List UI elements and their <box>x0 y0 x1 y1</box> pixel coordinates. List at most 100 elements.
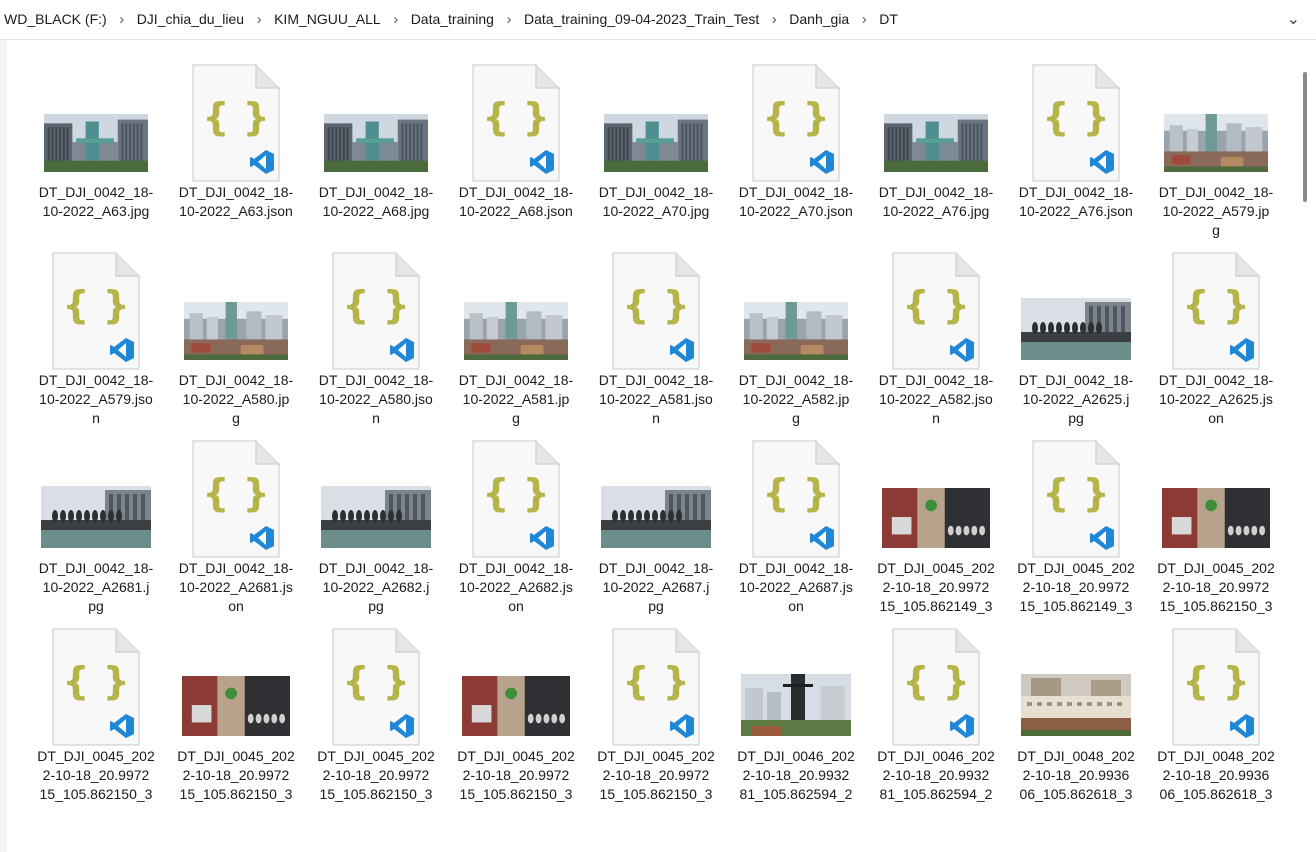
svg-text:{ }: { } <box>622 283 689 327</box>
file-item-image[interactable]: DT_DJI_0045_202 2-10-18_20.9972 15_105.862… <box>1146 416 1286 619</box>
file-item-json[interactable]: { } DT_DJI_0045_202 2-10-18_20.9972 15_105.… <box>1006 416 1146 619</box>
file-thumbnail-area: { } <box>1006 432 1146 558</box>
breadcrumb-separator-icon[interactable]: › <box>498 11 520 28</box>
file-item-json[interactable]: { } DT_DJI_0042_18- 10-2022_A70.json <box>726 40 866 228</box>
breadcrumb-segment[interactable]: KIM_NGUU_ALL <box>270 11 385 27</box>
file-item-json[interactable]: { } DT_DJI_0042_18- 10-2022_A2687.js on <box>726 416 866 614</box>
file-name-line: 10-2022_A582.jp <box>742 391 850 407</box>
file-name-line: DT_DJI_0042_18- <box>318 184 434 200</box>
file-name-line: DT_DJI_0042_18- <box>878 372 994 388</box>
image-thumbnail <box>744 302 848 360</box>
file-item-json[interactable]: { } DT_DJI_0045_202 2-10-18_20.9972 15_105.… <box>306 604 446 807</box>
file-name-label: DT_DJI_0045_202 2-10-18_20.9972 15_105.862… <box>446 747 586 807</box>
file-item-json[interactable]: { } DT_DJI_0042_18- 10-2022_A76.json <box>1006 40 1146 228</box>
svg-text:{ }: { } <box>1042 471 1109 515</box>
image-thumbnail <box>464 302 568 360</box>
breadcrumb-dropdown-icon[interactable]: ⌄ <box>1287 0 1300 38</box>
file-name-line: 15_105.862150_3 <box>39 786 153 802</box>
file-item-image[interactable]: DT_DJI_0042_18- 10-2022_A579.jp g <box>1146 40 1286 238</box>
file-item-image[interactable]: DT_DJI_0042_18- 10-2022_A68.jpg <box>306 40 446 228</box>
file-item-json[interactable]: { } DT_DJI_0042_18- 10-2022_A2625.js on <box>1146 228 1286 426</box>
file-item-json[interactable]: { } DT_DJI_0042_18- 10-2022_A580.jso n <box>306 228 446 426</box>
breadcrumb-separator-icon[interactable]: › <box>111 11 133 28</box>
file-item-image[interactable]: DT_DJI_0042_18- 10-2022_A2681.j pg <box>26 416 166 614</box>
file-name-line: 10-2022_A2687.j <box>602 579 710 595</box>
json-file-icon: { } <box>472 440 560 558</box>
file-name-line: 15_105.862150_3 <box>459 786 573 802</box>
svg-text:{ }: { } <box>762 471 829 515</box>
file-item-image[interactable]: DT_DJI_0048_202 2-10-18_20.9936 06_105.862… <box>1006 604 1146 807</box>
breadcrumb-separator-icon[interactable]: › <box>763 11 785 28</box>
scrollbar-thumb[interactable] <box>1303 72 1307 202</box>
file-item-image[interactable]: DT_DJI_0042_18- 10-2022_A581.jp g <box>446 228 586 426</box>
file-item-json[interactable]: { } DT_DJI_0042_18- 10-2022_A2682.js on <box>446 416 586 614</box>
file-item-image[interactable]: DT_DJI_0045_202 2-10-18_20.9972 15_105.862… <box>446 604 586 807</box>
breadcrumb-separator-icon[interactable]: › <box>853 11 875 28</box>
file-item-image[interactable]: DT_DJI_0042_18- 10-2022_A63.jpg <box>26 40 166 228</box>
breadcrumb-segment[interactable]: Data_training_09-04-2023_Train_Test <box>520 11 763 27</box>
svg-text:{ }: { } <box>762 95 829 139</box>
file-item-json[interactable]: { } DT_DJI_0045_202 2-10-18_20.9972 15_105.… <box>586 604 726 807</box>
breadcrumb-segment[interactable]: WD_BLACK (F:) <box>0 11 111 27</box>
file-item-image[interactable]: DT_DJI_0046_202 2-10-18_20.9932 81_105.862… <box>726 604 866 807</box>
image-thumbnail <box>604 114 708 172</box>
file-name-line: 15_105.862150_3 <box>319 786 433 802</box>
json-file-icon: { } <box>1172 628 1260 746</box>
image-thumbnail <box>882 488 990 548</box>
file-item-json[interactable]: { } DT_DJI_0042_18- 10-2022_A2681.js on <box>166 416 306 614</box>
breadcrumb-separator-icon[interactable]: › <box>385 11 407 28</box>
file-item-image[interactable]: DT_DJI_0042_18- 10-2022_A2625.j pg <box>1006 228 1146 426</box>
file-item-json[interactable]: { } DT_DJI_0045_202 2-10-18_20.9972 15_105.… <box>26 604 166 807</box>
file-item-json[interactable]: { } DT_DJI_0048_202 2-10-18_20.9936 06_105.… <box>1146 604 1286 807</box>
breadcrumb-segment[interactable]: Data_training <box>407 11 498 27</box>
file-name-line: 10-2022_A70.json <box>739 203 853 219</box>
file-name-line: 10-2022_A68.jpg <box>322 203 430 219</box>
file-name-line: 2-10-18_20.9972 <box>182 767 290 783</box>
file-name-label: DT_DJI_0046_202 2-10-18_20.9932 81_105.862… <box>726 747 866 807</box>
file-thumbnail-area <box>586 432 726 558</box>
file-thumbnail-area <box>1006 244 1146 370</box>
breadcrumb-segment[interactable]: DJI_chia_du_lieu <box>133 11 248 27</box>
file-name-line: DT_DJI_0045_202 <box>317 748 435 764</box>
file-name-line: DT_DJI_0042_18- <box>598 184 714 200</box>
file-item-image[interactable]: DT_DJI_0045_202 2-10-18_20.9972 15_105.862… <box>866 416 1006 619</box>
file-item-image[interactable]: DT_DJI_0042_18- 10-2022_A2687.j pg <box>586 416 726 614</box>
file-thumbnail-area: { } <box>726 56 866 182</box>
svg-text:{ }: { } <box>202 471 269 515</box>
file-item-json[interactable]: { } DT_DJI_0042_18- 10-2022_A582.jso n <box>866 228 1006 426</box>
breadcrumb-segment[interactable]: Danh_gia <box>785 11 853 27</box>
json-file-icon: { } <box>1032 440 1120 558</box>
file-name-line: 10-2022_A580.jp <box>182 391 290 407</box>
json-file-icon: { } <box>1172 252 1260 370</box>
file-name-line: 10-2022_A2687.js <box>739 579 853 595</box>
file-name-line: DT_DJI_0042_18- <box>1158 372 1274 388</box>
file-item-json[interactable]: { } DT_DJI_0042_18- 10-2022_A581.jso n <box>586 228 726 426</box>
file-name-line: DT_DJI_0042_18- <box>598 560 714 576</box>
image-thumbnail <box>182 676 290 736</box>
file-item-image[interactable]: DT_DJI_0045_202 2-10-18_20.9972 15_105.862… <box>166 604 306 807</box>
file-item-image[interactable]: DT_DJI_0042_18- 10-2022_A582.jp g <box>726 228 866 426</box>
file-thumbnail-area <box>866 432 1006 558</box>
breadcrumb-segment[interactable]: DT <box>875 11 902 27</box>
file-item-image[interactable]: DT_DJI_0042_18- 10-2022_A76.jpg <box>866 40 1006 228</box>
file-item-json[interactable]: { } DT_DJI_0042_18- 10-2022_A579.jso n <box>26 228 166 426</box>
file-name-label: DT_DJI_0045_202 2-10-18_20.9972 15_105.862… <box>26 747 166 807</box>
breadcrumb-separator-icon[interactable]: › <box>248 11 270 28</box>
file-item-image[interactable]: DT_DJI_0042_18- 10-2022_A2682.j pg <box>306 416 446 614</box>
json-file-icon: { } <box>1032 64 1120 182</box>
file-thumbnail-area: { } <box>1146 244 1286 370</box>
file-item-json[interactable]: { } DT_DJI_0042_18- 10-2022_A63.json <box>166 40 306 228</box>
file-name-line: DT_DJI_0042_18- <box>738 560 854 576</box>
file-name-line: 2-10-18_20.9972 <box>42 767 150 783</box>
file-thumbnail-area: { } <box>166 432 306 558</box>
file-thumbnail-area <box>866 56 1006 182</box>
vertical-scrollbar[interactable] <box>1298 40 1316 852</box>
file-item-json[interactable]: { } DT_DJI_0042_18- 10-2022_A68.json <box>446 40 586 228</box>
file-name-line: DT_DJI_0045_202 <box>877 560 995 576</box>
file-item-image[interactable]: DT_DJI_0042_18- 10-2022_A70.jpg <box>586 40 726 228</box>
file-item-json[interactable]: { } DT_DJI_0046_202 2-10-18_20.9932 81_105.… <box>866 604 1006 807</box>
file-item-image[interactable]: DT_DJI_0042_18- 10-2022_A580.jp g <box>166 228 306 426</box>
file-thumbnail-area <box>306 432 446 558</box>
file-thumbnail-area: { } <box>306 620 446 746</box>
file-name-line: DT_DJI_0042_18- <box>1018 184 1134 200</box>
